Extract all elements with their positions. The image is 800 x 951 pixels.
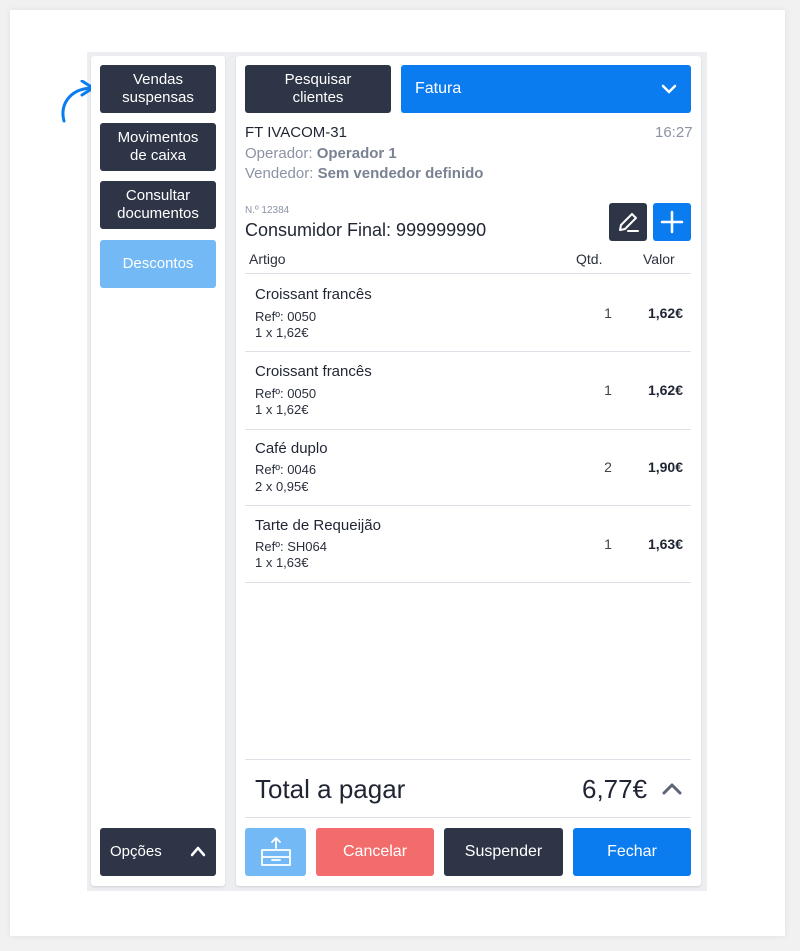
item-qty: 2: [604, 459, 612, 475]
seller-label: Vendedor:: [245, 165, 314, 182]
divider: [245, 582, 691, 583]
item-name: Croissant francês: [255, 286, 372, 303]
plus-icon: [660, 210, 684, 234]
edit-customer-button[interactable]: [609, 203, 647, 241]
divider: [245, 273, 691, 274]
options-label: Opções: [110, 843, 162, 860]
operator-label: Operador:: [245, 145, 313, 162]
suspend-button[interactable]: Suspender: [444, 828, 563, 876]
operator-line: Operador: Operador 1: [245, 145, 397, 162]
document-number: N.º 12384: [245, 205, 290, 216]
item-ref: Refº: 0046: [255, 462, 317, 477]
search-clients-button[interactable]: Pesquisar clientes: [245, 65, 391, 113]
item-calc: 2 x 0,95€: [255, 479, 309, 494]
item-name: Tarte de Requeijão: [255, 517, 381, 534]
cash-drawer-button[interactable]: [245, 828, 306, 876]
total-label: Total a pagar: [255, 774, 406, 804]
item-value: 1,62€: [647, 305, 683, 321]
customer-name: Consumidor Final: 999999990: [245, 220, 487, 240]
chevron-up-icon: [190, 846, 206, 857]
item-ref: Refº: 0050: [255, 386, 317, 401]
pencil-icon: [619, 213, 639, 232]
item-calc: 1 x 1,63€: [255, 555, 309, 570]
item-name: Café duplo: [255, 440, 328, 457]
column-header-article: Artigo: [249, 251, 286, 267]
divider: [245, 429, 691, 430]
column-header-value: Valor: [643, 251, 675, 267]
item-name: Croissant francês: [255, 363, 372, 380]
consult-documents-button[interactable]: Consultar documentos: [100, 181, 216, 229]
item-qty: 1: [604, 536, 612, 552]
close-button[interactable]: Fechar: [573, 828, 691, 876]
document-time: 16:27: [655, 124, 693, 141]
chevron-up-icon[interactable]: [661, 781, 683, 796]
total-value: 6,77€: [582, 774, 648, 804]
item-value: 1,90€: [647, 459, 683, 475]
seller-value: Sem vendedor definido: [317, 165, 484, 182]
divider: [245, 759, 691, 760]
divider: [245, 817, 691, 818]
document-code: FT IVACOM-31: [245, 124, 347, 141]
item-calc: 1 x 1,62€: [255, 325, 309, 340]
item-qty: 1: [604, 305, 612, 321]
item-ref: Refº: 0050: [255, 309, 317, 324]
operator-value: Operador 1: [316, 145, 397, 162]
discounts-button[interactable]: Descontos: [100, 240, 216, 288]
item-qty: 1: [604, 382, 612, 398]
cash-drawer-icon: [260, 837, 291, 866]
cash-movements-button[interactable]: Movimentos de caixa: [100, 123, 216, 171]
item-calc: 1 x 1,62€: [255, 402, 309, 417]
item-value: 1,62€: [647, 382, 683, 398]
chevron-down-icon: [661, 84, 677, 94]
options-button[interactable]: Opções: [100, 828, 216, 876]
column-header-qty: Qtd.: [576, 251, 603, 267]
item-value: 1,63€: [647, 536, 683, 552]
add-customer-button[interactable]: [653, 203, 691, 241]
divider: [245, 505, 691, 506]
document-type-select[interactable]: Fatura: [401, 65, 691, 113]
suspended-sales-button[interactable]: Vendas suspensas: [100, 65, 216, 113]
document-type-value: Fatura: [415, 80, 462, 97]
divider: [245, 351, 691, 352]
cancel-button[interactable]: Cancelar: [316, 828, 434, 876]
item-ref: Refº: SH064: [255, 539, 327, 554]
seller-line: Vendedor: Sem vendedor definido: [245, 165, 483, 182]
